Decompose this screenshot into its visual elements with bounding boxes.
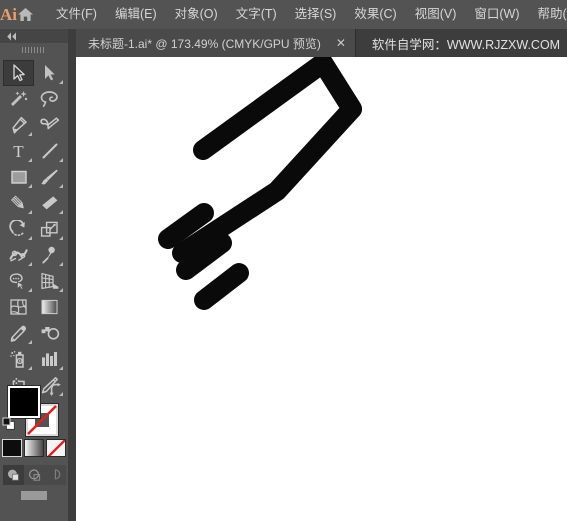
menu-item-effect[interactable]: 效果(C) — [345, 4, 405, 25]
fill-stroke-swatches — [0, 381, 68, 437]
swap-fill-stroke-icon[interactable] — [48, 383, 62, 397]
menu-item-window[interactable]: 窗口(W) — [465, 4, 528, 25]
curvature-tool[interactable] — [34, 112, 65, 138]
draw-inside-button[interactable] — [44, 465, 66, 485]
selection-tool[interactable] — [3, 60, 34, 86]
tool-flyout-indicator-icon — [59, 236, 63, 240]
tool-flyout-indicator-icon — [59, 184, 63, 188]
document-tab-label: 未标题-1.ai* @ 173.49% (CMYK/GPU 预览) — [88, 36, 321, 51]
paintbrush-tool[interactable] — [34, 164, 65, 190]
default-fill-stroke-icon[interactable] — [2, 417, 16, 431]
tool-flyout-indicator-icon — [59, 262, 63, 266]
mesh-tool[interactable] — [3, 294, 34, 320]
rectangle-tool[interactable] — [3, 164, 34, 190]
tool-flyout-indicator-icon — [28, 236, 32, 240]
screen-mode-buttons — [0, 491, 68, 500]
tool-flyout-indicator-icon — [28, 366, 32, 370]
home-icon[interactable] — [17, 0, 34, 29]
tool-flyout-indicator-icon — [28, 210, 32, 214]
color-mode-buttons — [0, 439, 68, 457]
menu-item-object[interactable]: 对象(O) — [166, 4, 227, 25]
watermark-text: 软件自学网：WWW.RJZXW.COM — [371, 37, 561, 52]
menu-item-list: 文件(F) 编辑(E) 对象(O) 文字(T) 选择(S) 效果(C) 视图(V… — [40, 4, 567, 25]
eraser-tool[interactable] — [34, 190, 65, 216]
tool-flyout-indicator-icon — [59, 80, 63, 84]
lasso-tool[interactable] — [34, 86, 65, 112]
color-controls — [0, 381, 68, 521]
document-tab[interactable]: 未标题-1.ai* @ 173.49% (CMYK/GPU 预览) ✕ — [76, 29, 356, 57]
line-segment-tool[interactable] — [34, 138, 65, 164]
menu-item-type[interactable]: 文字(T) — [227, 4, 286, 25]
tool-flyout-indicator-icon — [28, 340, 32, 344]
pen-tool[interactable] — [3, 112, 34, 138]
gradient-tool[interactable] — [34, 294, 65, 320]
magic-wand-tool[interactable] — [3, 86, 34, 112]
fill-swatch[interactable] — [7, 385, 41, 419]
screen-mode-button[interactable] — [21, 491, 47, 500]
draw-behind-button[interactable] — [23, 465, 45, 485]
type-tool[interactable]: T — [3, 138, 34, 164]
panel-drag-grip[interactable] — [0, 43, 68, 57]
tool-flyout-indicator-icon — [28, 262, 32, 266]
app-logo: Ai — [0, 4, 17, 24]
tool-flyout-indicator-icon — [59, 158, 63, 162]
draw-mode-buttons — [0, 465, 68, 485]
rotate-tool[interactable] — [3, 216, 34, 242]
symbol-sprayer-tool[interactable] — [3, 346, 34, 372]
grip-dots-icon — [22, 47, 46, 53]
tool-grid: T — [0, 57, 68, 424]
panel-divider — [68, 29, 76, 521]
speed-lines-artwork[interactable] — [76, 57, 567, 521]
tool-flyout-indicator-icon — [59, 288, 63, 292]
illustrator-window: Ai 文件(F) 编辑(E) 对象(O) 文字(T) 选择(S) 效果(C) 视… — [0, 0, 567, 521]
menu-bar: Ai 文件(F) 编辑(E) 对象(O) 文字(T) 选择(S) 效果(C) 视… — [0, 0, 567, 29]
menu-item-help[interactable]: 帮助(H — [529, 4, 567, 25]
scale-tool[interactable] — [34, 216, 65, 242]
none-mode-button[interactable] — [46, 439, 66, 457]
direct-selection-tool[interactable] — [34, 60, 65, 86]
gradient-mode-button[interactable] — [24, 439, 44, 457]
tool-flyout-indicator-icon — [28, 158, 32, 162]
close-icon[interactable]: ✕ — [335, 37, 347, 49]
tool-flyout-indicator-icon — [59, 366, 63, 370]
menu-item-edit[interactable]: 编辑(E) — [106, 4, 166, 25]
svg-text:T: T — [13, 142, 24, 160]
tool-flyout-indicator-icon — [28, 288, 32, 292]
eyedropper-tool[interactable] — [3, 320, 34, 346]
shaper-pencil-tool[interactable] — [3, 190, 34, 216]
width-warp-tool[interactable] — [3, 242, 34, 268]
document-tab-bar: 未标题-1.ai* @ 173.49% (CMYK/GPU 预览) ✕ 软件自学… — [76, 29, 567, 57]
shape-builder-tool[interactable] — [3, 268, 34, 294]
tool-flyout-indicator-icon — [28, 132, 32, 136]
document-canvas[interactable] — [76, 57, 567, 521]
tool-flyout-indicator-icon — [28, 184, 32, 188]
menu-item-file[interactable]: 文件(F) — [47, 4, 106, 25]
tool-flyout-indicator-icon — [59, 210, 63, 214]
collapse-panel-button[interactable] — [0, 29, 68, 43]
blend-tool[interactable] — [34, 320, 65, 346]
color-mode-button[interactable] — [2, 439, 22, 457]
draw-normal-button[interactable] — [2, 465, 24, 485]
menu-item-select[interactable]: 选择(S) — [286, 4, 346, 25]
menu-item-view[interactable]: 视图(V) — [406, 4, 466, 25]
perspective-grid-tool[interactable] — [34, 268, 65, 294]
column-graph-tool[interactable] — [34, 346, 65, 372]
free-transform-tool[interactable] — [34, 242, 65, 268]
